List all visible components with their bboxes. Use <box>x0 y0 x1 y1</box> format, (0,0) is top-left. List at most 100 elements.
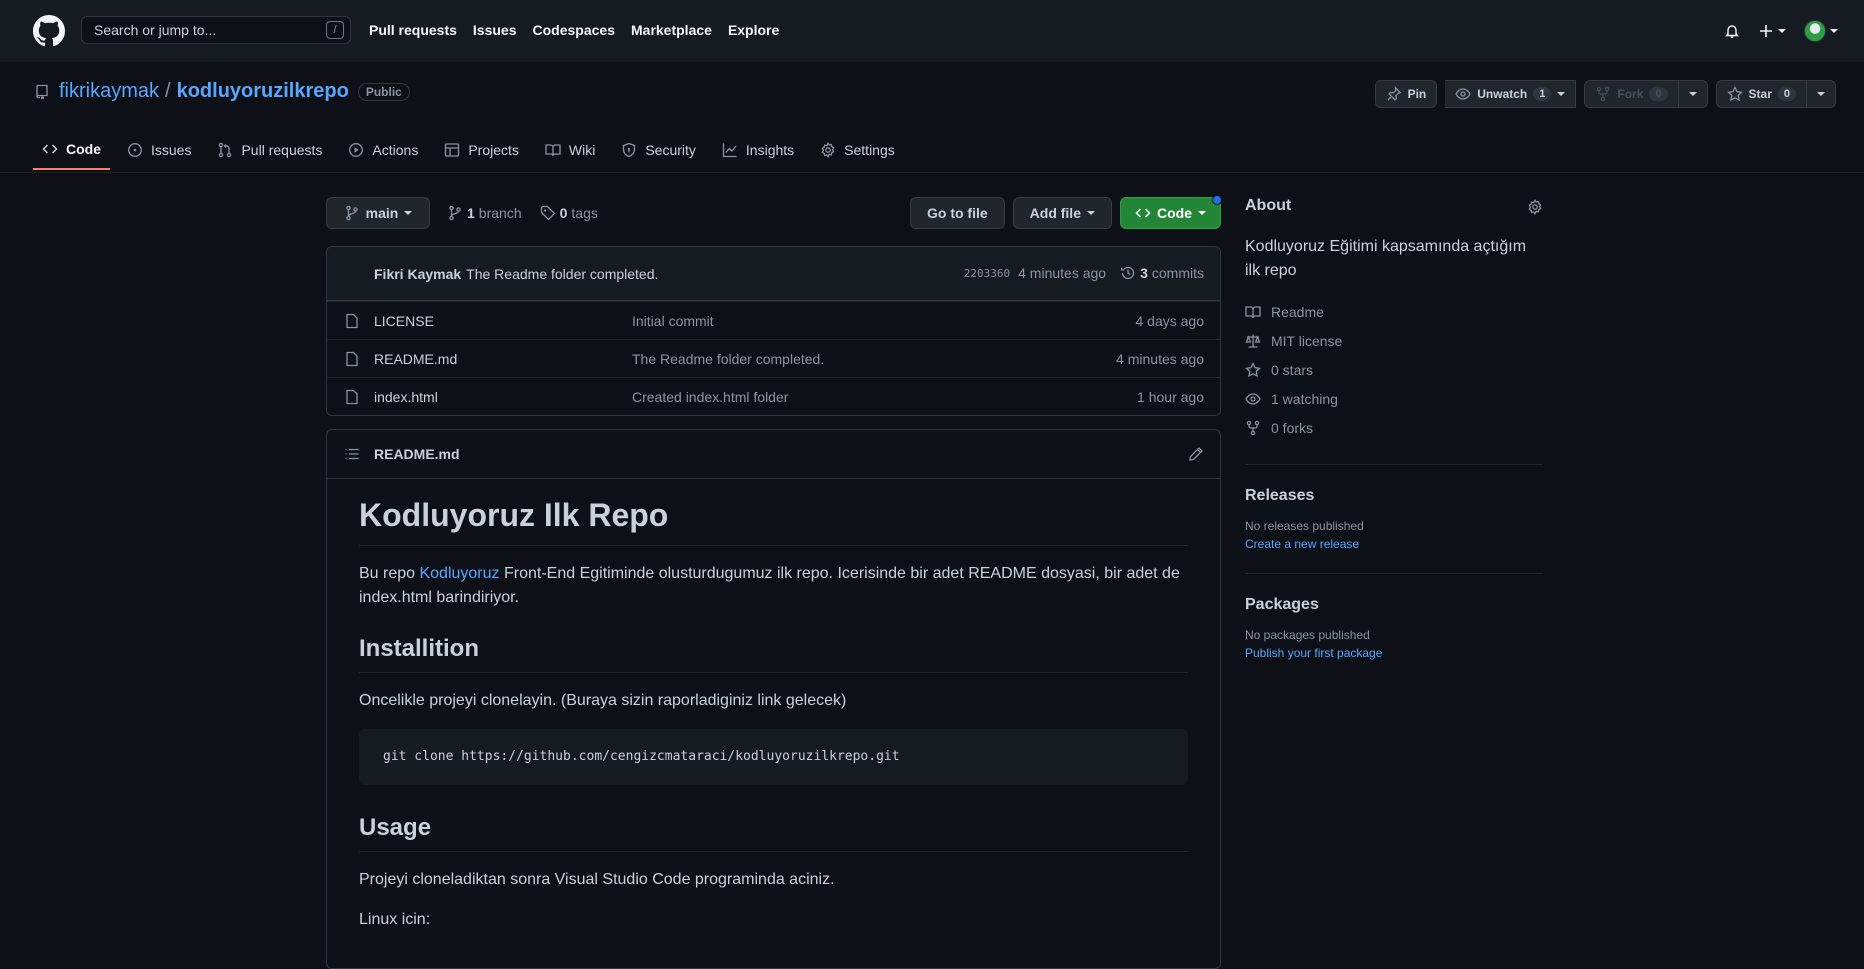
file-name[interactable]: README.md <box>374 351 457 367</box>
file-commit-message[interactable]: Created index.html folder <box>632 389 788 405</box>
unwatch-button[interactable]: Unwatch 1 <box>1445 80 1577 108</box>
kodluyoruz-link[interactable]: Kodluyoruz <box>419 565 499 582</box>
file-row[interactable]: README.md The Readme folder completed. 4… <box>327 339 1220 377</box>
tab-pull-requests[interactable]: Pull requests <box>208 130 331 170</box>
pin-icon <box>1386 86 1402 102</box>
repo-separator: / <box>165 80 171 102</box>
tag-count: 0 <box>559 205 568 221</box>
fork-icon <box>1245 420 1261 436</box>
branches-link[interactable]: 1 branch <box>447 205 522 221</box>
file-date: 4 minutes ago <box>1116 350 1204 367</box>
pencil-icon[interactable] <box>1188 446 1204 462</box>
file-date: 4 days ago <box>1135 312 1205 329</box>
file-actions: Go to file Add file Code <box>909 195 1222 229</box>
tab-actions[interactable]: Actions <box>339 130 427 170</box>
repo-sidebar: About Kodluyoruz Eğitimi kapsamında açtı… <box>1245 197 1543 660</box>
chevron-down-icon <box>1817 90 1825 98</box>
license-link[interactable]: MIT license <box>1245 326 1543 355</box>
tab-label: Code <box>66 141 101 157</box>
file-commit-message[interactable]: The Readme folder completed. <box>632 351 824 367</box>
repo-owner-link[interactable]: fikrikaymak <box>59 80 159 103</box>
commit-message[interactable]: The Readme folder completed. <box>466 266 658 282</box>
branch-word: branch <box>478 205 522 221</box>
repo-actions: Pin Unwatch 1 Fork 0 Star 0 <box>1374 80 1836 108</box>
eye-icon <box>1245 391 1261 407</box>
star-icon <box>1245 361 1261 378</box>
gear-icon[interactable] <box>1527 199 1543 215</box>
chevron-down-icon <box>1830 29 1838 33</box>
star-dropdown-button[interactable] <box>1807 80 1836 108</box>
no-packages-text: No packages published <box>1245 628 1370 642</box>
about-title: About <box>1245 197 1292 214</box>
table-icon <box>444 142 460 158</box>
commit-author[interactable]: Fikri Kaymak <box>374 266 461 282</box>
tab-issues[interactable]: Issues <box>118 130 200 170</box>
commits-link[interactable]: 3 commits <box>1120 265 1204 281</box>
file-name[interactable]: LICENSE <box>374 313 434 329</box>
readme-link[interactable]: Readme <box>1245 297 1543 326</box>
chevron-down-icon <box>1087 209 1095 217</box>
nav-pull-requests[interactable]: Pull requests <box>369 22 457 38</box>
tab-label: Actions <box>372 142 419 158</box>
code-button[interactable]: Code <box>1120 195 1222 229</box>
branch-select-button[interactable]: main <box>326 197 430 229</box>
packages-title[interactable]: Packages <box>1245 596 1543 614</box>
tab-code[interactable]: Code <box>33 130 110 170</box>
pin-button[interactable]: Pin <box>1374 80 1438 108</box>
commit-sha[interactable]: 2203360 <box>964 267 1010 280</box>
tab-settings[interactable]: Settings <box>811 130 904 170</box>
stars-link[interactable]: 0 stars <box>1245 355 1543 384</box>
git-branch-icon <box>447 205 463 221</box>
fork-button-group: Fork 0 <box>1584 80 1708 108</box>
file-row[interactable]: LICENSE Initial commit 4 days ago <box>327 301 1220 339</box>
license-link-label: MIT license <box>1271 332 1343 349</box>
file-browser: Fikri Kaymak The Readme folder completed… <box>326 246 1221 416</box>
fork-dropdown-button[interactable] <box>1678 80 1708 108</box>
file-row[interactable]: index.html Created index.html folder 1 h… <box>327 377 1220 415</box>
star-button[interactable]: Star 0 <box>1715 80 1807 108</box>
releases-title[interactable]: Releases <box>1245 487 1543 505</box>
file-name[interactable]: index.html <box>374 389 438 405</box>
forks-link[interactable]: 0 forks <box>1245 413 1543 442</box>
tab-projects[interactable]: Projects <box>435 130 528 170</box>
add-file-button[interactable]: Add file <box>1012 197 1112 229</box>
nav-explore[interactable]: Explore <box>728 22 779 38</box>
branch-tag-info: 1 branch 0 tags <box>447 205 598 221</box>
watch-count: 1 <box>1533 87 1552 101</box>
list-unordered-icon[interactable] <box>344 446 360 462</box>
file-date: 1 hour ago <box>1137 388 1204 405</box>
readme-intro: Bu repo Kodluyoruz Front-End Egitiminde … <box>359 562 1188 610</box>
readme-title[interactable]: README.md <box>374 446 460 462</box>
nav-codespaces[interactable]: Codespaces <box>533 22 615 38</box>
search-input[interactable]: Search or jump to... / <box>81 16 351 44</box>
tab-label: Settings <box>844 142 895 158</box>
file-commit-message[interactable]: Initial commit <box>632 313 714 329</box>
divider <box>1245 573 1543 574</box>
tab-security[interactable]: Security <box>612 130 705 170</box>
add-file-label: Add file <box>1029 205 1081 221</box>
nav-issues[interactable]: Issues <box>473 22 517 38</box>
tab-wiki[interactable]: Wiki <box>536 130 604 170</box>
star-label: Star <box>1748 87 1772 101</box>
tags-link[interactable]: 0 tags <box>540 205 598 221</box>
create-new-plus-icon[interactable] <box>1758 23 1786 39</box>
usage-text: Projeyi cloneladiktan sonra Visual Studi… <box>359 871 835 888</box>
readme-content: Kodluyoruz Ilk Repo Bu repo Kodluyoruz F… <box>327 479 1220 932</box>
github-logo-icon[interactable] <box>33 15 65 47</box>
star-count: 0 <box>1777 87 1796 101</box>
user-avatar-menu[interactable] <box>1804 20 1838 42</box>
publish-package-link[interactable]: Publish your first package <box>1245 646 1543 660</box>
chevron-down-icon <box>1688 90 1697 98</box>
watching-link[interactable]: 1 watching <box>1245 384 1543 413</box>
play-icon <box>348 142 364 158</box>
tab-insights[interactable]: Insights <box>713 130 803 170</box>
go-to-file-button[interactable]: Go to file <box>909 197 1005 229</box>
nav-marketplace[interactable]: Marketplace <box>631 22 712 38</box>
bell-icon[interactable] <box>1724 23 1740 39</box>
branch-toolbar: main 1 branch 0 tags Go to file Add file… <box>326 195 1222 229</box>
create-release-link[interactable]: Create a new release <box>1245 537 1543 551</box>
repo-name-link[interactable]: kodluyoruzilkrepo <box>177 80 349 103</box>
global-nav: Pull requests Issues Codespaces Marketpl… <box>369 22 795 38</box>
fork-button[interactable]: Fork 0 <box>1584 80 1679 108</box>
branch-name: main <box>365 205 399 221</box>
